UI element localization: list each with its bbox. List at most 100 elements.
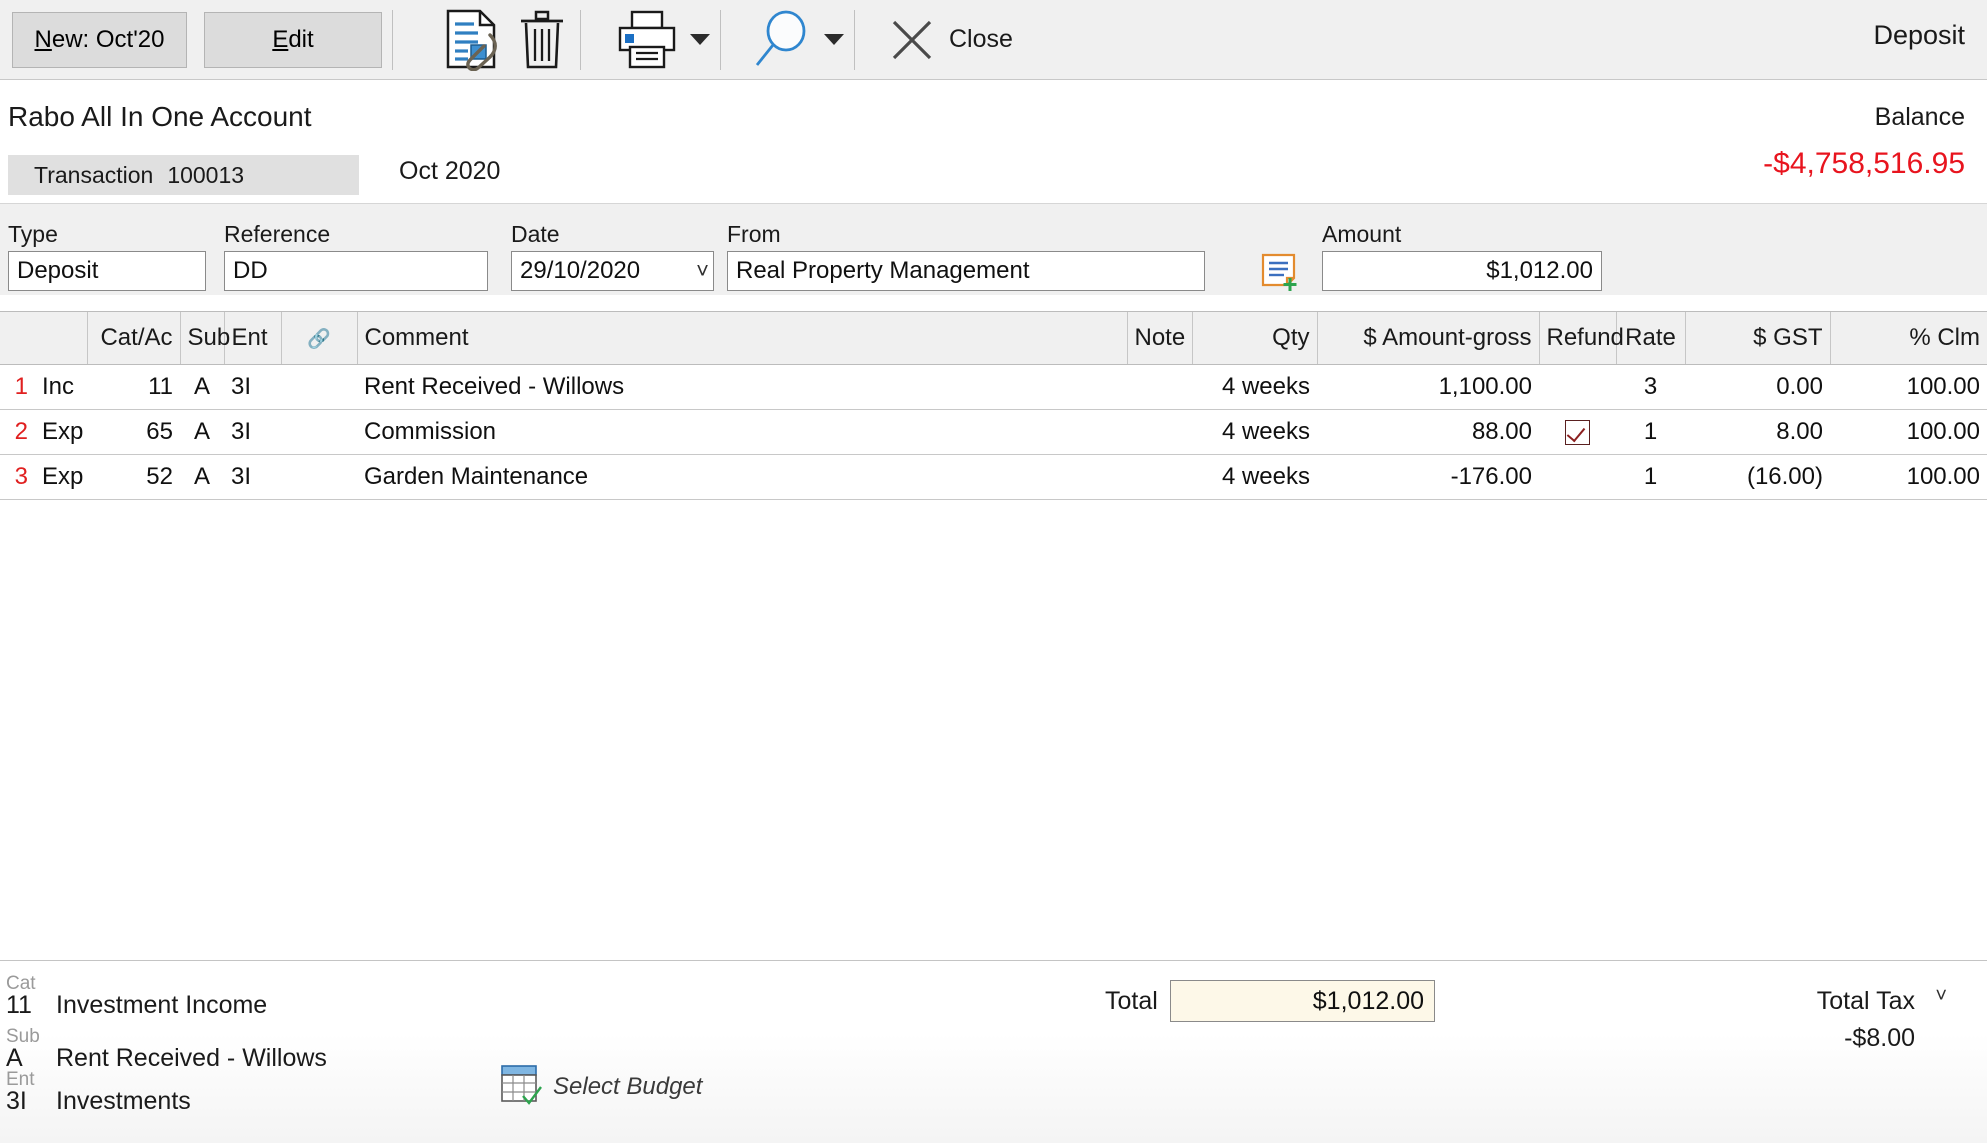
row-ent-cell[interactable]: 3I bbox=[224, 364, 281, 410]
account-name: Rabo All In One Account bbox=[8, 101, 312, 132]
col-header-amount-gross[interactable]: $ Amount-gross bbox=[1317, 312, 1540, 365]
amount-label: Amount bbox=[1322, 221, 1402, 247]
col-header-type bbox=[42, 312, 88, 365]
col-header-note[interactable]: Note bbox=[1127, 312, 1193, 365]
row-qty-cell[interactable]: 4 weeks bbox=[1192, 409, 1317, 455]
chevron-down-icon[interactable]: ˅ bbox=[1935, 985, 1947, 1008]
row-comment-cell[interactable]: Garden Maintenance bbox=[357, 454, 1127, 500]
sub-description: Rent Received - Willows bbox=[56, 1044, 327, 1072]
col-header-rowno bbox=[0, 312, 42, 365]
document-type-title: Deposit bbox=[1873, 20, 1965, 50]
col-header-gst[interactable]: $ GST bbox=[1685, 312, 1831, 365]
new-transaction-button[interactable]: New: Oct'20 bbox=[12, 11, 187, 68]
date-value: 29/10/2020 bbox=[520, 257, 641, 284]
row-ent-cell[interactable]: 3I bbox=[224, 409, 281, 455]
search-icon[interactable] bbox=[747, 5, 815, 75]
refund-checkbox-checked[interactable] bbox=[1565, 419, 1590, 445]
transaction-form: Type Deposit Reference DD Date 29/10/202… bbox=[0, 203, 1987, 295]
edit-button[interactable]: Edit bbox=[204, 11, 382, 68]
col-header-comment[interactable]: Comment bbox=[357, 312, 1128, 365]
table-row[interactable]: 3 Exp 52 A 3I Garden Maintenance 4 weeks… bbox=[0, 454, 1987, 500]
col-header-clm[interactable]: % Clm bbox=[1830, 312, 1987, 365]
reference-label: Reference bbox=[224, 221, 331, 247]
col-header-qty[interactable]: Qty bbox=[1192, 312, 1318, 365]
row-amount-cell[interactable]: 88.00 bbox=[1317, 409, 1539, 455]
row-qty-cell[interactable]: 4 weeks bbox=[1192, 364, 1317, 410]
type-input[interactable]: Deposit bbox=[8, 251, 206, 291]
row-gst-cell[interactable]: 0.00 bbox=[1685, 364, 1830, 410]
period-label: Oct 2020 bbox=[399, 157, 501, 185]
print-icon[interactable] bbox=[613, 5, 681, 75]
col-header-catac[interactable]: Cat/Ac bbox=[87, 312, 181, 365]
row-clm-cell[interactable]: 100.00 bbox=[1830, 364, 1987, 410]
row-note-cell[interactable] bbox=[1127, 364, 1192, 410]
transaction-tab[interactable]: Transaction 100013 bbox=[8, 155, 359, 195]
row-catac-cell[interactable]: 11 bbox=[87, 364, 180, 410]
row-clm-cell[interactable]: 100.00 bbox=[1830, 454, 1987, 500]
close-button-label[interactable]: Close bbox=[949, 25, 1013, 54]
row-link-cell[interactable] bbox=[281, 364, 357, 410]
link-icon: 🔗 bbox=[307, 328, 331, 350]
col-header-link[interactable]: 🔗 bbox=[281, 312, 358, 365]
add-note-icon[interactable] bbox=[1260, 252, 1304, 292]
new-button-accel: N bbox=[34, 25, 52, 53]
row-sub-cell[interactable]: A bbox=[180, 409, 224, 455]
category-code: 11 bbox=[6, 991, 32, 1019]
col-header-rate[interactable]: Rate bbox=[1616, 312, 1686, 365]
row-ent-cell[interactable]: 3I bbox=[224, 454, 281, 500]
toolbar-divider-3 bbox=[720, 9, 721, 70]
reference-input[interactable]: DD bbox=[224, 251, 488, 291]
row-amount-cell[interactable]: 1,100.00 bbox=[1317, 364, 1539, 410]
close-x-icon[interactable] bbox=[885, 5, 939, 75]
row-refund-cell[interactable] bbox=[1539, 364, 1616, 410]
row-link-cell[interactable] bbox=[281, 454, 357, 500]
row-catac-cell[interactable]: 65 bbox=[87, 409, 180, 455]
balance-label: Balance bbox=[1874, 103, 1965, 131]
row-amount-cell[interactable]: -176.00 bbox=[1317, 454, 1539, 500]
row-note-cell[interactable] bbox=[1127, 454, 1192, 500]
row-comment-cell[interactable]: Commission bbox=[357, 409, 1127, 455]
row-gst-cell[interactable]: (16.00) bbox=[1685, 454, 1830, 500]
row-clm-cell[interactable]: 100.00 bbox=[1830, 409, 1987, 455]
new-button-label-rest: ew: Oct'20 bbox=[51, 25, 165, 53]
print-dropdown-caret[interactable] bbox=[690, 34, 710, 45]
row-refund-cell[interactable] bbox=[1539, 454, 1616, 500]
row-sub-cell[interactable]: A bbox=[180, 454, 224, 500]
entity-description: Investments bbox=[56, 1087, 191, 1115]
date-input[interactable]: 29/10/2020 ˅ bbox=[511, 251, 714, 291]
amount-input[interactable]: $1,012.00 bbox=[1322, 251, 1602, 291]
row-type-cell: Inc bbox=[42, 364, 87, 410]
transaction-number: 100013 bbox=[167, 161, 245, 188]
row-gst-cell[interactable]: 8.00 bbox=[1685, 409, 1830, 455]
total-tax-label: Total Tax bbox=[1816, 987, 1915, 1015]
row-number-cell: 1 bbox=[0, 364, 42, 410]
row-link-cell[interactable] bbox=[281, 409, 357, 455]
col-header-sub[interactable]: Sub bbox=[180, 312, 230, 365]
row-number-cell: 2 bbox=[0, 409, 42, 455]
row-refund-cell[interactable] bbox=[1539, 409, 1616, 455]
chevron-down-icon[interactable]: ˅ bbox=[696, 260, 709, 282]
row-rate-cell[interactable]: 1 bbox=[1616, 409, 1685, 455]
select-budget-button[interactable]: Select Budget bbox=[499, 1063, 702, 1110]
total-value-field[interactable]: $1,012.00 bbox=[1170, 980, 1435, 1022]
col-header-refund[interactable]: Refund bbox=[1539, 312, 1624, 365]
delete-trash-icon[interactable] bbox=[514, 5, 570, 75]
search-dropdown-caret[interactable] bbox=[824, 34, 844, 45]
table-row[interactable]: 1 Inc 11 A 3I Rent Received - Willows 4 … bbox=[0, 364, 1987, 410]
row-type-cell: Exp bbox=[42, 409, 87, 455]
row-comment-cell[interactable]: Rent Received - Willows bbox=[357, 364, 1127, 410]
budget-grid-icon bbox=[499, 1063, 543, 1110]
table-row[interactable]: 2 Exp 65 A 3I Commission 4 weeks 88.00 1… bbox=[0, 409, 1987, 455]
edit-button-accel: E bbox=[272, 25, 289, 53]
col-header-ent[interactable]: Ent bbox=[224, 312, 282, 365]
row-catac-cell[interactable]: 52 bbox=[87, 454, 180, 500]
row-line-number: 3 bbox=[14, 462, 28, 490]
row-sub-cell[interactable]: A bbox=[180, 364, 224, 410]
from-input[interactable]: Real Property Management bbox=[727, 251, 1205, 291]
row-qty-cell[interactable]: 4 weeks bbox=[1192, 454, 1317, 500]
row-number-cell: 3 bbox=[0, 454, 42, 500]
attachment-document-icon[interactable] bbox=[440, 5, 504, 75]
row-rate-cell[interactable]: 1 bbox=[1616, 454, 1685, 500]
row-note-cell[interactable] bbox=[1127, 409, 1192, 455]
row-rate-cell[interactable]: 3 bbox=[1616, 364, 1685, 410]
